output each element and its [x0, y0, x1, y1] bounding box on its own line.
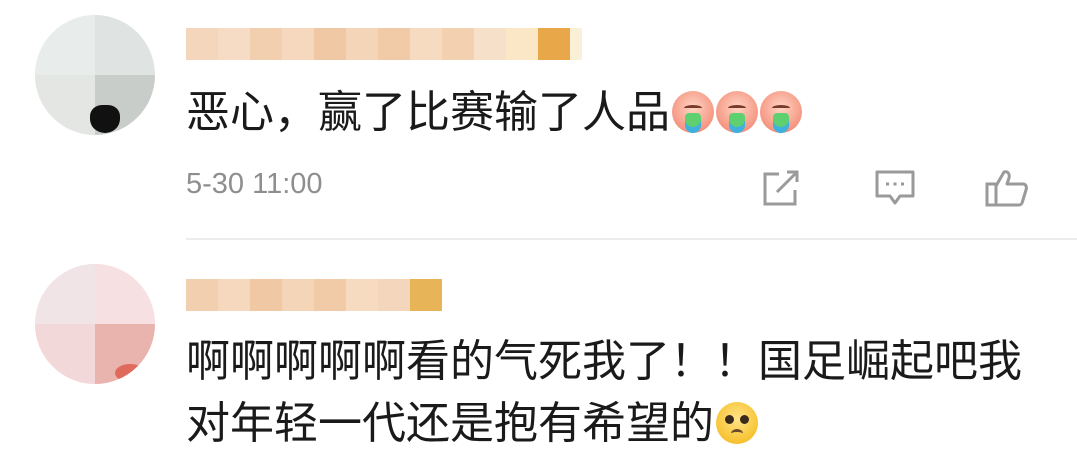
- username-blurred[interactable]: [186, 279, 442, 311]
- divider: [186, 238, 1077, 240]
- timestamp: 5-30 11:00: [186, 168, 323, 200]
- vomit-emoji: [760, 91, 802, 133]
- avatar[interactable]: [35, 15, 155, 135]
- comment-text: 恶心，赢了比赛输了人品: [186, 86, 802, 140]
- vomit-emoji: [716, 91, 758, 133]
- like-button[interactable]: [984, 168, 1030, 208]
- comment-button[interactable]: [872, 168, 918, 208]
- vomit-emoji: [672, 91, 714, 133]
- pleading-emoji: [716, 402, 758, 444]
- username-blurred[interactable]: [186, 28, 582, 60]
- comment-icon: [875, 170, 915, 205]
- comment-item: 啊啊啊啊啊看的气死我了！！国足崛起吧我 对年轻一代还是抱有希望的: [0, 241, 1077, 473]
- avatar[interactable]: [35, 264, 155, 384]
- like-icon: [985, 170, 1028, 207]
- comment-text-line-2: 对年轻一代还是抱有希望的: [186, 397, 758, 451]
- comment-text-line-1: 啊啊啊啊啊看的气死我了！！国足崛起吧我: [186, 336, 1022, 387]
- comment-item: 恶心，赢了比赛输了人品 5-30 11:00: [0, 0, 1077, 240]
- share-button[interactable]: [759, 168, 805, 208]
- share-icon: [763, 170, 799, 206]
